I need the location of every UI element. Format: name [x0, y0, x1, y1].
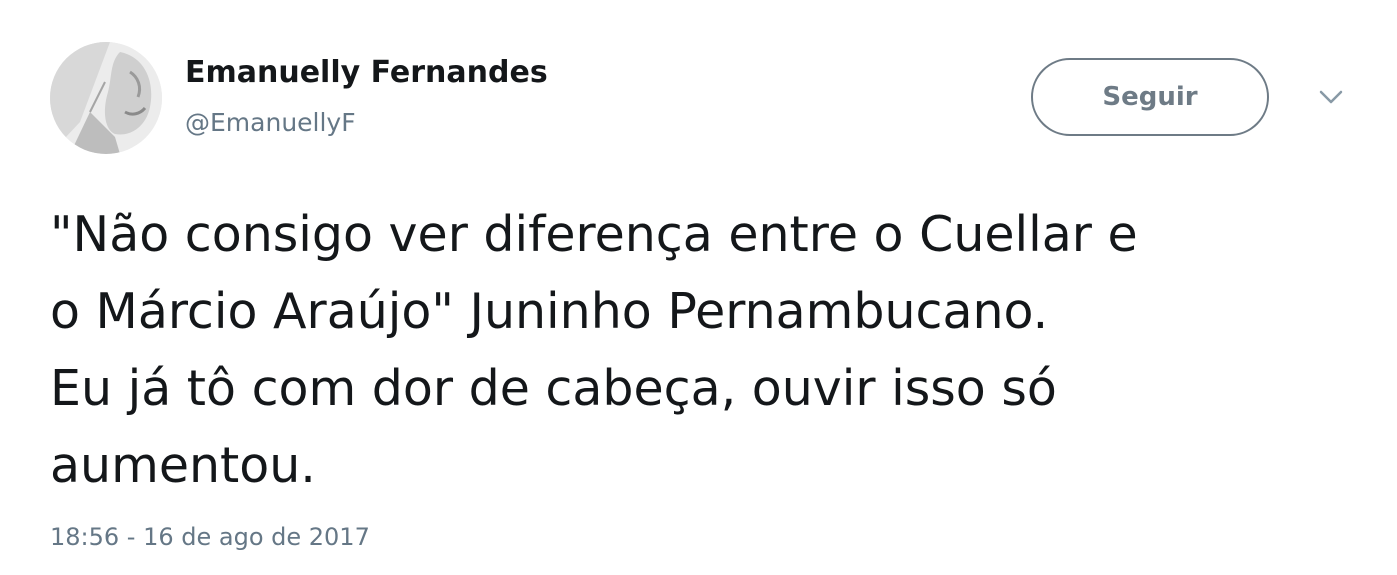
display-name[interactable]: Emanuelly Fernandes	[185, 55, 548, 90]
avatar-photo	[50, 42, 162, 154]
chevron-down-icon[interactable]	[1318, 88, 1344, 106]
avatar[interactable]	[50, 42, 162, 154]
follow-button[interactable]: Seguir	[1031, 58, 1269, 136]
tweet-text: "Não consigo ver diferença entre o Cuell…	[50, 206, 1138, 494]
tweet-timestamp[interactable]: 18:56 - 16 de ago de 2017	[50, 523, 370, 551]
tweet-card: Emanuelly Fernandes @EmanuellyF Seguir "…	[0, 0, 1397, 575]
user-handle[interactable]: @EmanuellyF	[185, 108, 356, 137]
